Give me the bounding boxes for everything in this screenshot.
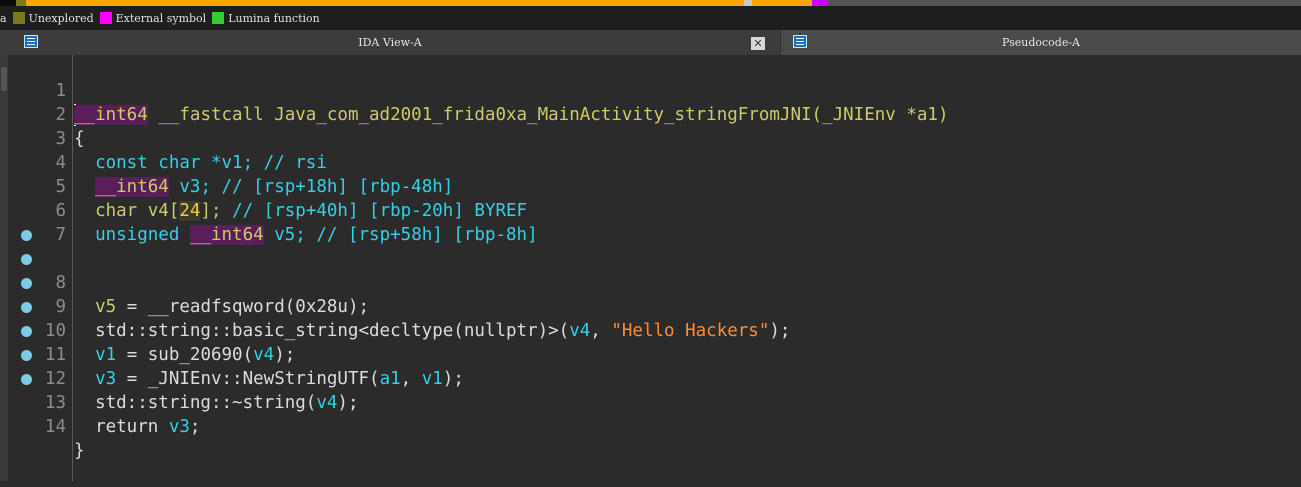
- legend-item-partial: a: [0, 12, 7, 25]
- code-line-11[interactable]: 11 v3 = _JNIEnv::NewStringUTF(a1, v1);: [8, 295, 1301, 389]
- breakpoint-dot[interactable]: [21, 374, 32, 385]
- breakpoint-dot[interactable]: [21, 326, 32, 337]
- code-line-13[interactable]: 13 return v3;: [8, 343, 1301, 437]
- legend-label: External symbol: [115, 11, 207, 25]
- code-line-8[interactable]: 8 v5 = __readfsqword(0x28u);: [8, 223, 1301, 317]
- legend-label: Lumina function: [228, 11, 320, 25]
- legend-swatch-unexplored: [12, 12, 25, 24]
- code-line-7[interactable]: 7: [8, 199, 1301, 245]
- tab-title: Pseudocode-A: [1001, 36, 1080, 49]
- pseudocode-view[interactable]: 1 __int64 __fastcall Java_com_ad2001_fri…: [8, 55, 1301, 481]
- legend-item-lumina-function: Lumina function: [212, 12, 320, 25]
- close-icon[interactable]: ✕: [751, 37, 765, 50]
- legend-bar: a Unexplored External symbol Lumina func…: [0, 6, 1301, 30]
- legend-swatch-lumina: [212, 12, 225, 24]
- code-line-5[interactable]: 5 char v4[24]; // [rsp+40h] [rbp-20h] BY…: [8, 151, 1301, 221]
- code-line-9[interactable]: 9 std::string::basic_string<decltype(nul…: [8, 247, 1301, 341]
- legend-swatch-external: [99, 12, 112, 24]
- breakpoint-dot[interactable]: [21, 350, 32, 361]
- breakpoint-dot[interactable]: [21, 254, 32, 265]
- code-text[interactable]: return v3;: [74, 415, 200, 439]
- breakpoint-dot[interactable]: [21, 278, 32, 289]
- left-panel-strip[interactable]: [0, 55, 8, 481]
- return-keyword: return: [74, 417, 169, 437]
- code-line-4[interactable]: 4 __int64 v3; // [rsp+18h] [rbp-48h]: [8, 127, 1301, 197]
- code-line-2[interactable]: 2 {: [8, 79, 1301, 149]
- punct: );: [337, 393, 359, 413]
- code-line-12[interactable]: 12 std::string::~string(v4);: [8, 319, 1301, 413]
- code-line-6[interactable]: 6 unsigned __int64 v5; // [rsp+58h] [rbp…: [8, 175, 1301, 245]
- tab-pseudocode[interactable]: Pseudocode-A: [781, 30, 1301, 55]
- legend-item-external-symbol: External symbol: [99, 11, 207, 25]
- code-text[interactable]: std::string::~string(v4);: [74, 391, 358, 415]
- scroll-thumb[interactable]: [1, 67, 7, 91]
- legend-item-unexplored: Unexplored: [12, 11, 94, 25]
- code-line-14[interactable]: 14 }: [8, 367, 1301, 461]
- breakpoint-dot[interactable]: [21, 302, 32, 313]
- code-line-1[interactable]: 1 __int64 __fastcall Java_com_ad2001_fri…: [8, 55, 1301, 126]
- call-string-destructor[interactable]: std::string::~string(: [74, 393, 316, 413]
- breakpoint-dot[interactable]: [21, 230, 32, 241]
- tab-ida-view[interactable]: IDA View-A ✕: [0, 30, 780, 55]
- line-number: 14: [44, 417, 66, 437]
- punct: ;: [189, 417, 201, 437]
- code-line-10[interactable]: 10 v1 = sub_20690(v4);: [8, 271, 1301, 365]
- legend-label: Unexplored: [28, 11, 94, 25]
- variable-v4[interactable]: v4: [316, 393, 337, 413]
- code-line-3[interactable]: 3 const char *v1; // rsi: [8, 103, 1301, 173]
- tab-bar: IDA View-A ✕ Pseudocode-A: [0, 30, 1301, 55]
- tab-title: IDA View-A: [358, 36, 422, 49]
- variable-v3[interactable]: v3: [169, 417, 190, 437]
- code-text[interactable]: }: [74, 439, 85, 463]
- legend-label: a: [0, 11, 7, 25]
